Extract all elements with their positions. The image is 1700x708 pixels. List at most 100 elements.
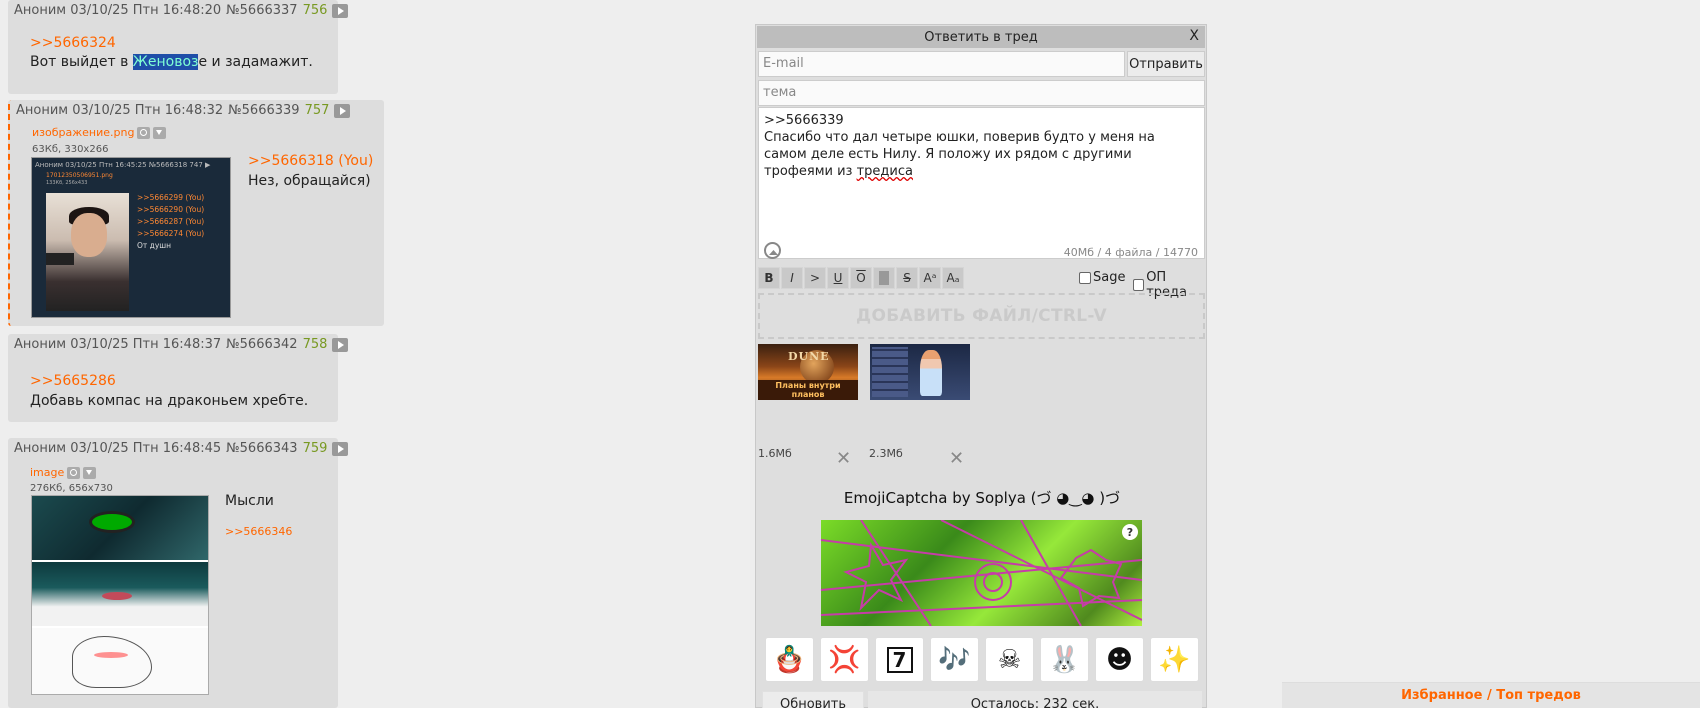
thumb-text: От душн — [137, 241, 172, 250]
download-icon[interactable] — [153, 126, 167, 139]
reply-form: Ответить в тред X E-mail Отправить тема … — [755, 24, 1207, 708]
art-lips — [102, 592, 132, 600]
thumb-replies: >>5666299 (You) >>5666290 (You) >>566628… — [137, 192, 204, 252]
thumb-photo — [46, 193, 129, 311]
markup-toolbar: B I > U O S Aᵃ Aₐ — [758, 267, 965, 289]
file-dropzone[interactable]: ДОБАВИТЬ ФАЙЛ/CTRL-V — [758, 293, 1205, 339]
post-author: Аноним — [14, 441, 67, 456]
emoji-option[interactable]: ✨ — [1150, 637, 1199, 682]
post-header: Аноним 03/10/25 Птн 16:48:45 №5666343 75… — [14, 441, 349, 456]
message-line: >>5666339 — [764, 113, 844, 128]
post-text: Вот выйдет в Женовозе и задамажит. — [30, 54, 313, 70]
file-name[interactable]: image — [30, 466, 64, 479]
oekaki-icon[interactable] — [764, 242, 781, 259]
emoji-option[interactable]: 💢 — [820, 637, 869, 682]
reply-link[interactable]: >>5665286 — [30, 373, 116, 389]
checkbox-box[interactable] — [1079, 271, 1091, 284]
post-date: 03/10/25 Птн 16:48:45 — [70, 441, 222, 456]
play-icon[interactable] — [332, 3, 349, 18]
form-title-bar[interactable]: Ответить в тред X — [757, 26, 1205, 48]
post-text: Мысли — [225, 493, 274, 509]
post-number[interactable]: №5666339 — [228, 103, 299, 118]
post-number[interactable]: №5666337 — [226, 3, 297, 18]
post-count: 756 — [302, 3, 328, 18]
captcha-image: ? — [821, 520, 1142, 626]
remove-attachment-icon[interactable]: ✕ — [836, 448, 851, 469]
sage-checkbox[interactable]: Sage — [1079, 270, 1125, 285]
post-text-part: е и задамажит. — [198, 54, 313, 70]
post-author: Аноним — [14, 337, 67, 352]
quote-button[interactable]: > — [804, 267, 826, 289]
underline-button[interactable]: U — [827, 267, 849, 289]
bold-button[interactable]: B — [758, 267, 780, 289]
art-eye — [92, 514, 132, 530]
inventory-grid — [872, 347, 908, 397]
form-title: Ответить в тред — [924, 29, 1038, 45]
close-button[interactable]: X — [1189, 28, 1199, 44]
search-image-icon[interactable] — [137, 126, 151, 139]
emoji-option[interactable]: ☻ — [1095, 637, 1144, 682]
face — [71, 213, 107, 257]
play-icon[interactable] — [334, 103, 351, 118]
limits-counter: 40Мб / 4 файла / 14770 — [1063, 246, 1198, 259]
send-button[interactable]: Отправить — [1127, 51, 1205, 77]
search-image-icon[interactable] — [67, 466, 81, 479]
emoji-option[interactable]: 🎶 — [930, 637, 979, 682]
italic-button[interactable]: I — [781, 267, 803, 289]
post-number[interactable]: №5666342 — [226, 337, 297, 352]
attachment-size: 2.3Мб — [869, 447, 903, 460]
email-field[interactable]: E-mail — [758, 51, 1125, 77]
post-header: Аноним 03/10/25 Птн 16:48:20 №5666337 75… — [14, 3, 349, 18]
spoiler-button[interactable] — [873, 267, 895, 289]
attachment-caption: Планы внутри планов — [758, 380, 858, 400]
emoji-option[interactable]: 7 — [875, 637, 924, 682]
emoji-option[interactable]: 🪆 — [765, 637, 814, 682]
emoji-option[interactable]: 🐰 — [1040, 637, 1089, 682]
checkbox-box[interactable] — [1133, 279, 1145, 291]
post-number[interactable]: №5666343 — [226, 441, 297, 456]
attachment-title: DUNE — [788, 350, 830, 363]
captcha-title: EmojiCaptcha by Soplya (づ ◕‿◕ )づ — [843, 489, 1121, 507]
download-icon[interactable] — [83, 466, 97, 479]
refresh-captcha-button[interactable]: Обновить — [762, 691, 864, 708]
file-name[interactable]: изображение.png — [32, 126, 134, 139]
post-date: 03/10/25 Птн 16:48:37 — [70, 337, 222, 352]
reply-link[interactable]: >>5666346 — [225, 525, 292, 538]
attachment-thumbnail[interactable]: DUNE Планы внутри планов — [758, 344, 858, 400]
captcha-help-button[interactable]: ? — [1122, 524, 1138, 540]
remove-attachment-icon[interactable]: ✕ — [949, 448, 964, 469]
gun — [46, 253, 74, 265]
message-textarea[interactable]: >>5666339 Спасибо что дал четыре юшки, п… — [758, 107, 1205, 259]
file-link[interactable]: image — [30, 466, 97, 479]
file-link[interactable]: изображение.png — [32, 126, 167, 139]
post-date: 03/10/25 Птн 16:48:32 — [72, 103, 224, 118]
superscript-button[interactable]: Aᵃ — [919, 267, 941, 289]
thumb-reply: >>5666299 (You) — [137, 193, 205, 202]
thumb-reply: >>5666274 (You) — [137, 229, 205, 238]
art-panel — [32, 628, 208, 694]
art-panel — [32, 562, 208, 626]
post-image-thumbnail[interactable] — [31, 495, 209, 695]
reply-link[interactable]: >>5666318 (You) — [248, 153, 373, 169]
emoji-option[interactable]: ☠ — [985, 637, 1034, 682]
strike-button[interactable]: S — [896, 267, 918, 289]
play-icon[interactable] — [332, 337, 349, 352]
attachment-thumbnail[interactable] — [870, 344, 970, 400]
reply-link[interactable]: >>5666324 — [30, 35, 116, 51]
captcha-timer: Осталось: 232 сек. — [868, 691, 1202, 708]
post: Аноним 03/10/25 Птн 16:48:37 №5666342 75… — [8, 334, 349, 422]
post-image-thumbnail[interactable]: Аноним 03/10/25 Птн 16:45:25 №5666318 74… — [31, 157, 231, 318]
favorites-panel[interactable]: Избранное / Топ тредов — [1282, 682, 1700, 708]
post-count: 757 — [304, 103, 330, 118]
post-text: Добавь компас на драконьем хребте. — [30, 393, 309, 409]
play-icon[interactable] — [332, 441, 349, 456]
misspelled-word: тредиса — [856, 164, 913, 179]
post-count: 758 — [302, 337, 328, 352]
captcha-emoji-row: 🪆 💢 7 🎶 ☠ 🐰 ☻ ✨ — [765, 637, 1199, 682]
subscript-button[interactable]: Aₐ — [942, 267, 964, 289]
overline-button[interactable]: O — [850, 267, 872, 289]
subject-field[interactable]: тема — [758, 80, 1205, 106]
post-text-part: Вот выйдет в — [30, 54, 133, 70]
post-header: Аноним 03/10/25 Птн 16:48:32 №5666339 75… — [16, 103, 351, 118]
selected-text: Женовоз — [132, 54, 199, 70]
